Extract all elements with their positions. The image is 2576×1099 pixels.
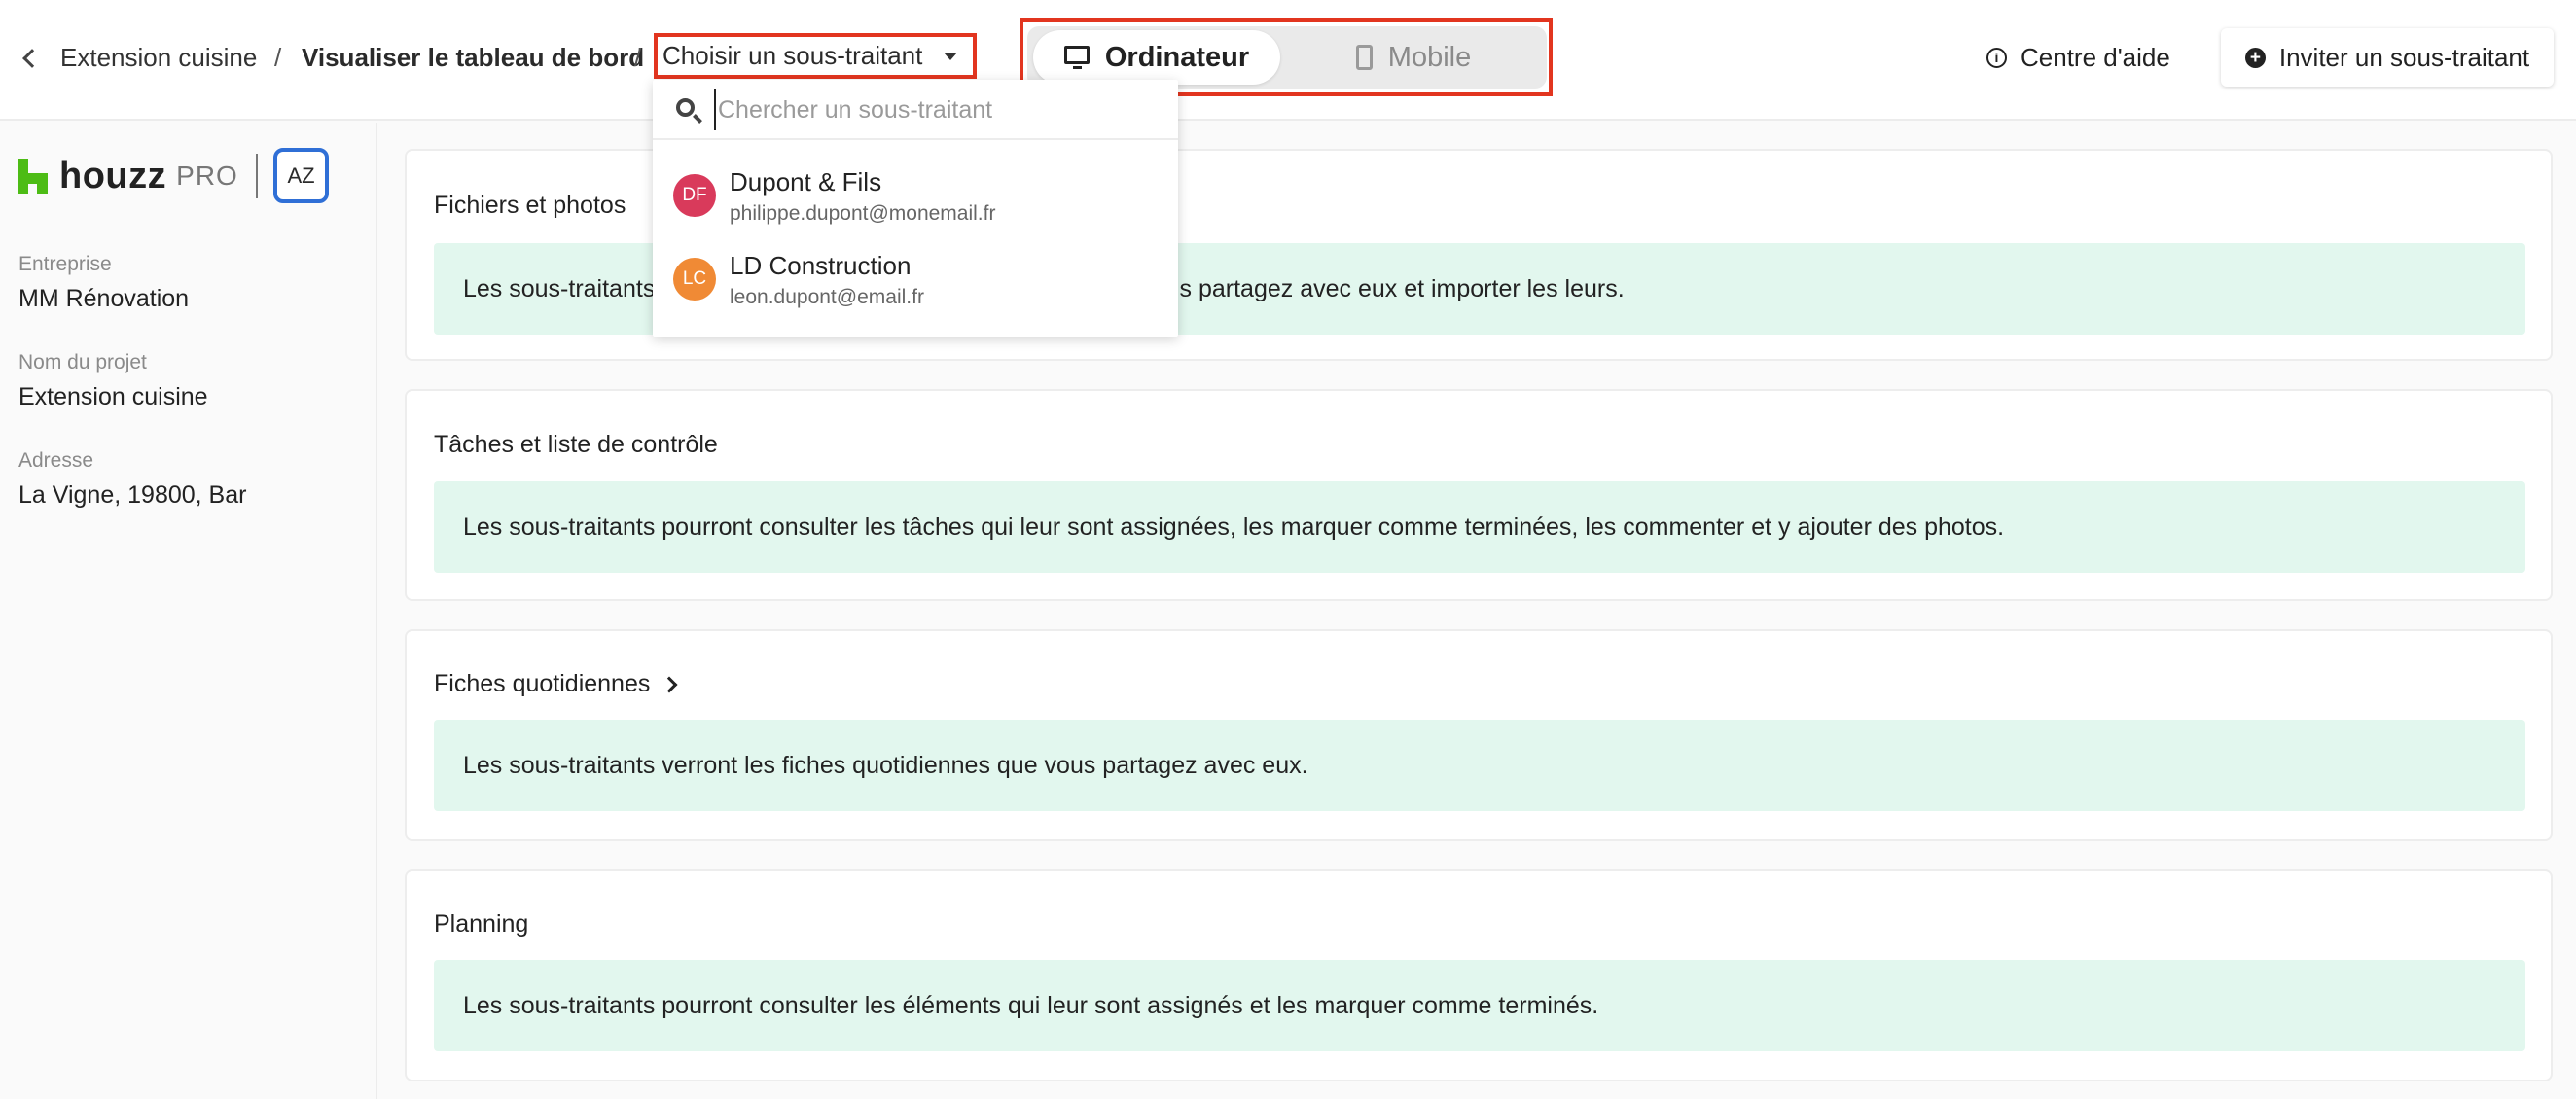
logo-wordmark: houzz [59,155,167,196]
phone-icon [1355,45,1373,70]
subcontractor-email: philippe.dupont@monemail.fr [730,202,996,225]
project-name-label: Nom du projet [18,351,147,373]
project-name-value: Extension cuisine [18,383,208,410]
info-icon: i [1986,47,2007,68]
card-description: Les sous-traitants verront les fiches qu… [434,720,2525,811]
company-value: MM Rénovation [18,285,190,312]
houzz-pro-logo: houzz PRO [18,154,258,198]
breadcrumb-project: Extension cuisine [60,42,258,72]
card-description: Les sous-traitants pourront consulter le… [434,960,2525,1051]
subcontractor-search-input[interactable] [714,89,1162,130]
chevron-right-icon [661,676,678,692]
card-daily-logs: Fiches quotidiennes Les sous-traitants v… [405,629,2553,841]
subcontractor-dropdown: DF Dupont & Fils philippe.dupont@monemai… [653,80,1178,337]
card-title: Planning [434,910,529,938]
chevron-left-icon [22,49,42,68]
logo-pro-label: PRO [176,160,238,191]
breadcrumb-current-page: Visualiser le tableau de bord [302,42,645,72]
subcontractor-picker-label: Choisir un sous-traitant [662,41,923,70]
company-avatar-initials: AZ [287,162,315,188]
company-avatar: AZ [273,148,329,203]
card-title: Tâches et liste de contrôle [434,431,718,458]
subcontractor-avatar: DF [673,174,716,217]
help-center-button[interactable]: i Centre d'aide [1986,0,2170,115]
address-value: La Vigne, 19800, Bar [18,481,247,509]
invite-subcontractor-label: Inviter un sous-traitant [2278,42,2530,72]
subcontractor-email: leon.dupont@email.fr [730,286,924,308]
card-tasks-checklist: Tâches et liste de contrôle Les sous-tra… [405,389,2553,601]
subcontractor-picker[interactable]: Choisir un sous-traitant [654,33,977,79]
monitor-icon [1063,46,1090,69]
subcontractor-option[interactable]: DF Dupont & Fils philippe.dupont@monemai… [653,154,1178,237]
card-description: Les sous-traitants pourront consulter le… [434,481,2525,573]
search-icon [676,98,695,117]
breadcrumb-separator: / [634,42,642,72]
card-title: Fichiers et photos [434,192,626,219]
view-mode-desktop-label: Ordinateur [1104,41,1250,73]
subcontractor-avatar: LC [673,258,716,301]
breadcrumb-back-link[interactable]: Extension cuisine [22,0,258,115]
subcontractor-name: Dupont & Fils [730,167,882,196]
logo-divider [255,154,258,198]
invite-subcontractor-button[interactable]: + Inviter un sous-traitant [2221,28,2554,87]
subcontractor-name: LD Construction [730,251,912,280]
daily-logs-link[interactable]: Fiches quotidiennes [434,670,678,698]
sidebar: houzz PRO AZ Entreprise MM Rénovation No… [0,123,377,1099]
subcontractor-option[interactable]: LC LD Construction leon.dupont@email.fr [653,237,1178,321]
houzz-logo-icon [18,159,48,194]
breadcrumb-separator: / [274,42,282,72]
view-mode-mobile-button[interactable]: Mobile [1280,30,1547,85]
caret-down-icon [944,52,958,60]
view-mode-mobile-label: Mobile [1387,41,1472,73]
card-title: Fiches quotidiennes [434,670,651,697]
address-label: Adresse [18,449,94,472]
view-mode-desktop-button[interactable]: Ordinateur [1033,30,1280,85]
dropdown-search [653,80,1178,140]
plus-circle-icon: + [2244,47,2266,68]
help-center-label: Centre d'aide [2021,42,2170,72]
card-schedule: Planning Les sous-traitants pourront con… [405,869,2553,1081]
company-label: Entreprise [18,253,112,275]
